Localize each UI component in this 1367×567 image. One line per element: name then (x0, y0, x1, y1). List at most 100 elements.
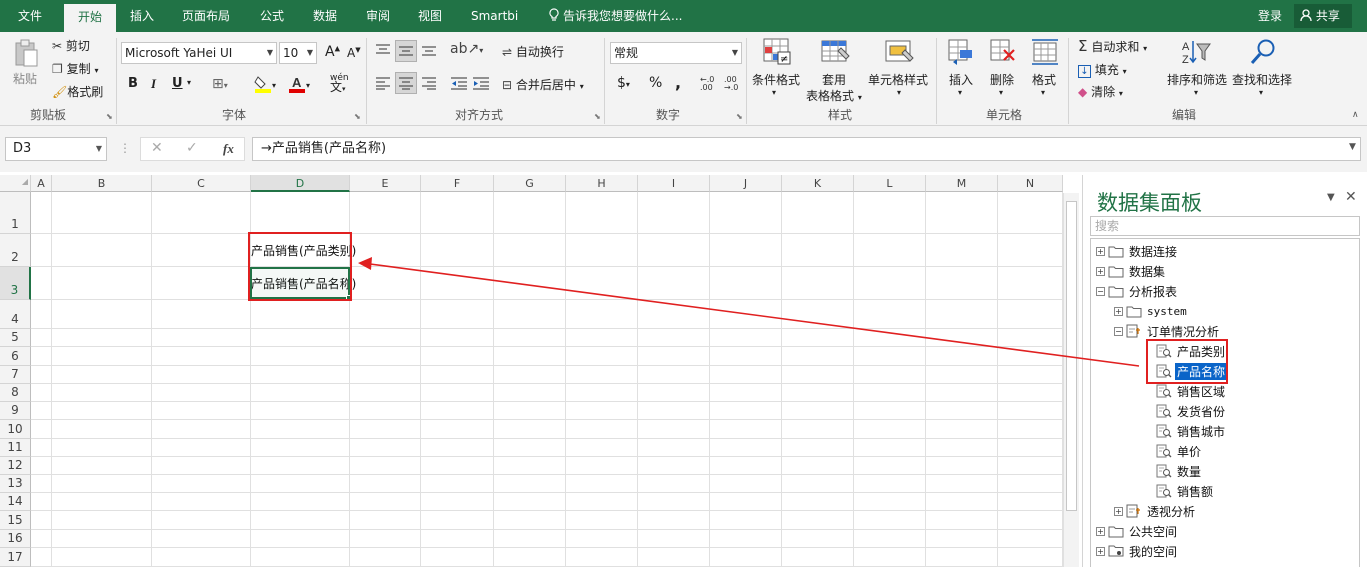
column-header-n[interactable]: N (998, 175, 1063, 192)
underline-button[interactable]: U (172, 76, 183, 91)
tree-item-system[interactable]: + system (1114, 302, 1189, 320)
clipboard-launcher-icon[interactable]: ⬊ (106, 112, 113, 121)
row-header-11[interactable]: 11 (0, 439, 31, 457)
tab-formulas[interactable]: 公式 (252, 0, 292, 32)
check-icon[interactable]: ✓ (186, 140, 198, 156)
select-all-corner[interactable]: ◢ (0, 175, 31, 192)
tree-item-dataset[interactable]: + 数据集 (1096, 262, 1167, 280)
expand-toggle-icon[interactable]: + (1096, 526, 1105, 536)
font-launcher-icon[interactable]: ⬊ (354, 112, 361, 121)
currency-button[interactable]: $▾ (617, 75, 630, 91)
tab-insert[interactable]: 插入 (122, 0, 162, 32)
font-size-select[interactable]: 10 ▼ (279, 42, 317, 64)
vertical-scrollbar[interactable] (1063, 193, 1079, 567)
column-header-l[interactable]: L (854, 175, 926, 192)
percent-button[interactable]: % (649, 75, 662, 91)
column-header-g[interactable]: G (494, 175, 566, 192)
row-header-4[interactable]: 4 (0, 300, 31, 329)
row-header-15[interactable]: 15 (0, 511, 31, 530)
tree-item-analysis-report[interactable]: − 分析报表 (1096, 282, 1179, 300)
tell-me-box[interactable]: 告诉我您想要做什么... (540, 0, 690, 32)
column-header-m[interactable]: M (926, 175, 998, 192)
column-header-a[interactable]: A (31, 175, 52, 192)
bold-button[interactable]: B (128, 76, 138, 91)
italic-button[interactable]: I (151, 76, 156, 92)
row-header-3[interactable]: 3 (0, 267, 31, 300)
column-header-j[interactable]: J (710, 175, 782, 192)
cancel-icon[interactable]: ✕ (151, 140, 163, 156)
expand-toggle-icon[interactable]: + (1096, 246, 1105, 256)
wrap-text-button[interactable]: ⇌ 自动换行 (502, 43, 564, 60)
worksheet-grid[interactable]: ◢ A B C D E F G H I J K L M N 1 2 3 4 5 6 7 8 9 10 11 12 13 14 15 16 17 (0, 175, 1082, 567)
share-button[interactable]: 共享 (1294, 4, 1352, 28)
tab-page-layout[interactable]: 页面布局 (174, 0, 238, 32)
row-header-2[interactable]: 2 (0, 234, 31, 267)
name-box[interactable]: D3 ▼ (5, 137, 107, 161)
expand-toggle-icon[interactable]: − (1096, 286, 1105, 296)
align-top-icon[interactable] (373, 40, 393, 60)
delete-cells-button[interactable]: 删除 (990, 71, 1014, 88)
row-header-14[interactable]: 14 (0, 493, 31, 511)
tree-item-quantity[interactable]: 数量 (1144, 462, 1203, 480)
format-as-table-button[interactable]: 表格格式 ▾ (806, 87, 862, 104)
decrease-indent-icon[interactable] (449, 73, 469, 93)
row-header-16[interactable]: 16 (0, 530, 31, 548)
increase-decimal-icon[interactable]: ←.0.00 (700, 76, 714, 92)
tab-smartbi[interactable]: Smartbi (463, 0, 526, 32)
column-header-e[interactable]: E (350, 175, 421, 192)
row-header-13[interactable]: 13 (0, 475, 31, 493)
grow-font-button[interactable]: A▲ (325, 44, 340, 60)
tree-item-unit-price[interactable]: 单价 (1144, 442, 1203, 460)
sort-filter-button[interactable]: 排序和筛选 (1167, 71, 1227, 88)
tree-item-sales-region[interactable]: 销售区域 (1144, 382, 1227, 400)
font-name-select[interactable]: Microsoft YaHei UI ▼ (121, 42, 277, 64)
insert-function-icon[interactable]: fx (223, 141, 234, 157)
row-header-7[interactable]: 7 (0, 366, 31, 384)
row-header-1[interactable]: 1 (0, 192, 31, 234)
column-header-b[interactable]: B (52, 175, 152, 192)
align-middle-icon[interactable] (395, 40, 417, 62)
align-left-icon[interactable] (373, 73, 393, 93)
align-bottom-icon[interactable] (419, 40, 439, 60)
format-as-table-label[interactable]: 套用 (822, 71, 846, 88)
row-header-5[interactable]: 5 (0, 329, 31, 347)
row-header-17[interactable]: 17 (0, 548, 31, 567)
number-launcher-icon[interactable]: ⬊ (736, 112, 743, 121)
autosum-button[interactable]: Σ 自动求和 ▾ (1078, 37, 1147, 55)
format-cells-button[interactable]: 格式 (1032, 71, 1056, 88)
scrollbar-thumb[interactable] (1066, 201, 1077, 511)
column-header-c[interactable]: C (152, 175, 251, 192)
align-right-icon[interactable] (419, 73, 439, 93)
chevron-down-icon[interactable]: ▾ (187, 78, 191, 87)
tree-item-pivot-analysis[interactable]: + 透视分析 (1114, 502, 1197, 520)
panel-menu-icon[interactable]: ▼ (1327, 192, 1335, 203)
tab-home[interactable]: 开始 (64, 4, 116, 32)
tree-item-my-space[interactable]: + 我的空间 (1096, 542, 1179, 560)
increase-indent-icon[interactable] (471, 73, 491, 93)
find-select-button[interactable]: 查找和选择 (1232, 71, 1292, 88)
cell-styles-button[interactable]: 单元格样式 (868, 71, 928, 88)
row-header-6[interactable]: 6 (0, 347, 31, 366)
expand-toggle-icon[interactable]: − (1114, 326, 1123, 336)
expand-toggle-icon[interactable]: + (1096, 546, 1105, 556)
column-header-h[interactable]: H (566, 175, 638, 192)
tree-item-ship-province[interactable]: 发货省份 (1144, 402, 1227, 420)
comma-button[interactable]: , (675, 73, 681, 92)
shrink-font-button[interactable]: A▼ (347, 46, 361, 60)
tab-review[interactable]: 审阅 (358, 0, 398, 32)
tab-file[interactable]: 文件 (10, 0, 50, 32)
format-painter-button[interactable]: 🖌格式刷 (52, 83, 103, 100)
tree-item-public-space[interactable]: + 公共空间 (1096, 522, 1179, 540)
formula-input[interactable]: →产品销售(产品名称) (252, 137, 1361, 161)
fill-button[interactable]: ↓ 填充 ▾ (1078, 61, 1127, 78)
borders-icon[interactable]: ⊞▾ (212, 76, 228, 92)
column-header-d[interactable]: D (251, 175, 350, 192)
alignment-launcher-icon[interactable]: ⬊ (594, 112, 601, 121)
tree-item-order-analysis[interactable]: − 订单情况分析 (1114, 322, 1221, 340)
insert-cells-button[interactable]: 插入 (949, 71, 973, 88)
cut-button[interactable]: ✂ 剪切 (52, 37, 90, 54)
tree-item-sales-city[interactable]: 销售城市 (1144, 422, 1227, 440)
panel-search-input[interactable]: 搜索 (1090, 216, 1360, 236)
column-header-k[interactable]: K (782, 175, 854, 192)
copy-button[interactable]: ❐ 复制 ▾ (52, 60, 98, 77)
